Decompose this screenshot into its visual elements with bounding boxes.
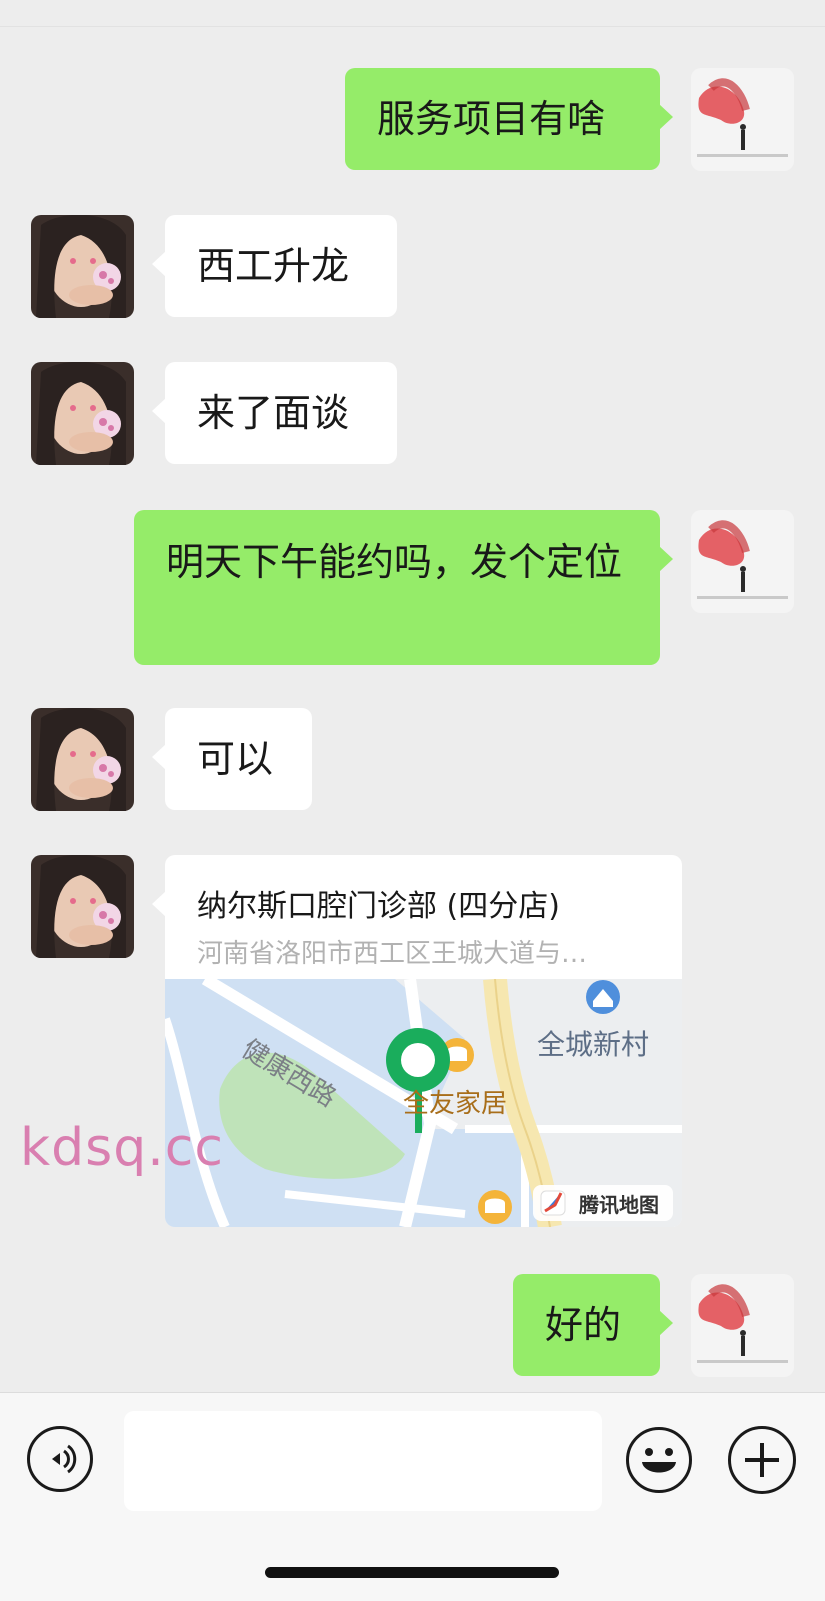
watermark: kdsq.cc xyxy=(20,1118,224,1178)
message-bubble-incoming[interactable]: 西工升龙 xyxy=(152,215,397,317)
voice-icon[interactable] xyxy=(27,1426,93,1492)
home-indicator xyxy=(265,1567,559,1578)
contact-avatar[interactable] xyxy=(31,855,134,958)
my-avatar[interactable] xyxy=(691,1274,794,1377)
plus-icon[interactable] xyxy=(728,1426,796,1494)
location-map[interactable]: 健康西路 全城新村 全友家居 腾讯地图 xyxy=(165,979,682,1227)
message-bubble-outgoing[interactable]: 好的 xyxy=(513,1274,673,1376)
message-text: 明天下午能约吗，发个定位 xyxy=(166,540,623,584)
emoji-icon[interactable] xyxy=(625,1426,693,1494)
message-bubble-incoming[interactable]: 来了面谈 xyxy=(152,362,397,464)
contact-avatar[interactable] xyxy=(31,362,134,465)
chat-area: 服务项目有啥 西工升龙 来了面谈 明天下午能约吗，发个定位 可以 纳尔斯口腔门诊… xyxy=(0,0,825,1392)
message-text: 西工升龙 xyxy=(197,244,350,288)
message-text: 来了面谈 xyxy=(197,391,350,435)
message-text: 好的 xyxy=(545,1303,622,1347)
contact-avatar[interactable] xyxy=(31,215,134,318)
message-input[interactable] xyxy=(124,1411,602,1511)
message-bubble-outgoing[interactable]: 明天下午能约吗，发个定位 xyxy=(134,510,673,665)
location-card[interactable]: 纳尔斯口腔门诊部 (四分店) 河南省洛阳市西工区王城大道与… 健康西路 全城新村… xyxy=(152,855,682,1227)
message-text: 可以 xyxy=(197,737,274,781)
map-poi-label: 全城新村 xyxy=(537,1028,650,1061)
message-bubble-outgoing[interactable]: 服务项目有啥 xyxy=(345,68,673,170)
location-title: 纳尔斯口腔门诊部 (四分店) xyxy=(197,889,560,924)
map-provider-label: 腾讯地图 xyxy=(579,1193,659,1217)
message-text: 服务项目有啥 xyxy=(377,97,606,141)
my-avatar[interactable] xyxy=(691,68,794,171)
header-divider xyxy=(0,0,825,27)
contact-avatar[interactable] xyxy=(31,708,134,811)
message-bubble-incoming[interactable]: 可以 xyxy=(152,708,312,810)
my-avatar[interactable] xyxy=(691,510,794,613)
map-poi-label: 全友家居 xyxy=(403,1089,508,1119)
location-address: 河南省洛阳市西工区王城大道与… xyxy=(197,939,588,969)
